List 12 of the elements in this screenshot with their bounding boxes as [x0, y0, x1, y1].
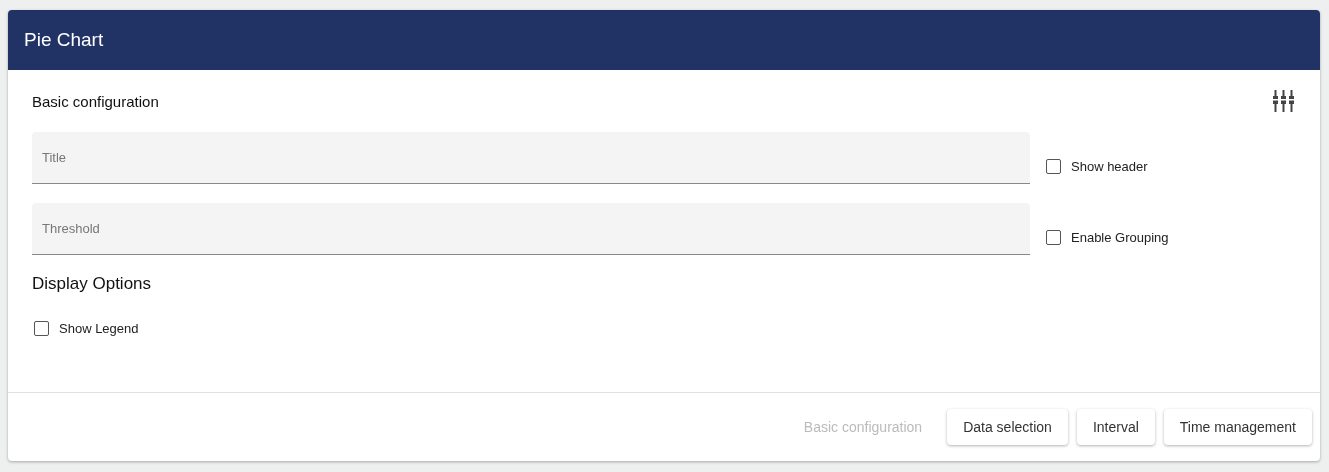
- section-title: Display Options: [32, 274, 153, 294]
- checkbox[interactable]: Show Legend: [34, 321, 139, 336]
- input-field[interactable]: Title: [32, 132, 1030, 184]
- sliders-icon[interactable]: [1272, 90, 1296, 112]
- step-button[interactable]: Time management: [1163, 409, 1312, 445]
- window-title: Pie Chart: [24, 29, 104, 51]
- step-button[interactable]: Interval: [1076, 409, 1155, 445]
- checkbox[interactable]: Show header: [1046, 158, 1148, 174]
- input-field[interactable]: Threshold: [32, 203, 1030, 255]
- section-title: Basic configuration: [32, 92, 159, 110]
- step-button[interactable]: Data selection: [947, 409, 1068, 445]
- checkbox[interactable]: Enable Grouping: [1046, 229, 1169, 245]
